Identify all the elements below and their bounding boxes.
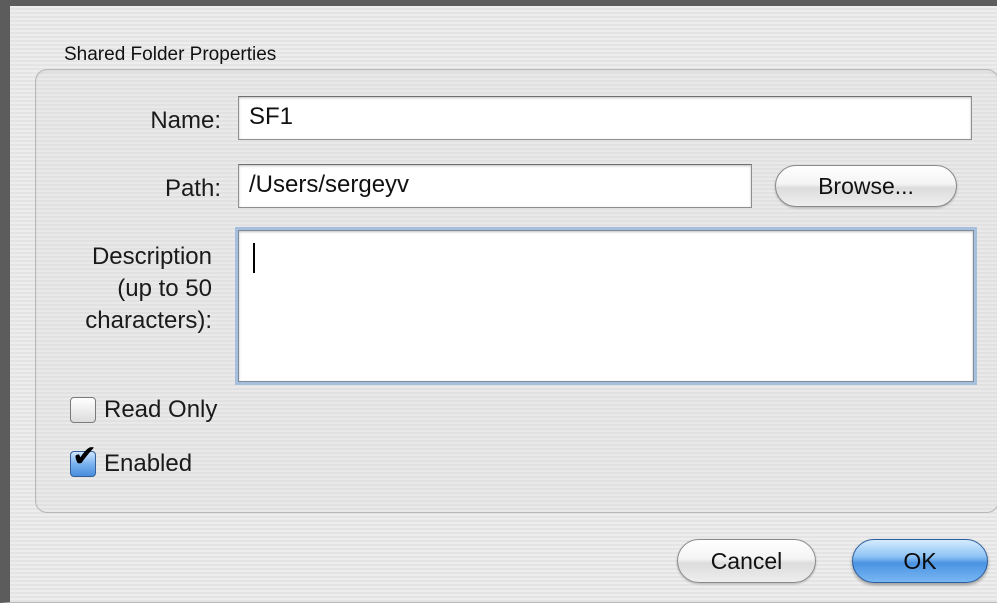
name-label: Name:	[150, 107, 221, 134]
cancel-button[interactable]: Cancel	[677, 539, 816, 583]
name-field[interactable]: SF1	[238, 96, 972, 140]
description-textarea[interactable]	[238, 230, 974, 382]
dialog-window: Shared Folder Properties Name: SF1 Path:…	[0, 0, 997, 603]
enabled-checkbox[interactable]: ✔	[70, 442, 97, 477]
path-field[interactable]: /Users/sergeyv	[238, 164, 752, 208]
browse-button[interactable]: Browse...	[775, 165, 957, 207]
read-only-option[interactable]: Read Only	[70, 396, 217, 424]
description-label: Description (up to 50 characters):	[85, 241, 212, 337]
read-only-checkbox[interactable]	[70, 397, 96, 423]
description-label-line2: (up to 50	[117, 275, 212, 302]
description-label-line1: Description	[91, 243, 212, 270]
group-title: Shared Folder Properties	[64, 44, 277, 65]
enabled-label: Enabled	[104, 450, 193, 477]
read-only-label: Read Only	[104, 396, 218, 423]
check-icon: ✔	[72, 440, 98, 473]
description-label-line3: characters):	[85, 307, 212, 334]
enabled-option[interactable]: ✔ Enabled	[70, 442, 193, 478]
path-label: Path:	[164, 175, 221, 202]
text-caret	[253, 243, 255, 273]
ok-button[interactable]: OK	[852, 539, 988, 583]
